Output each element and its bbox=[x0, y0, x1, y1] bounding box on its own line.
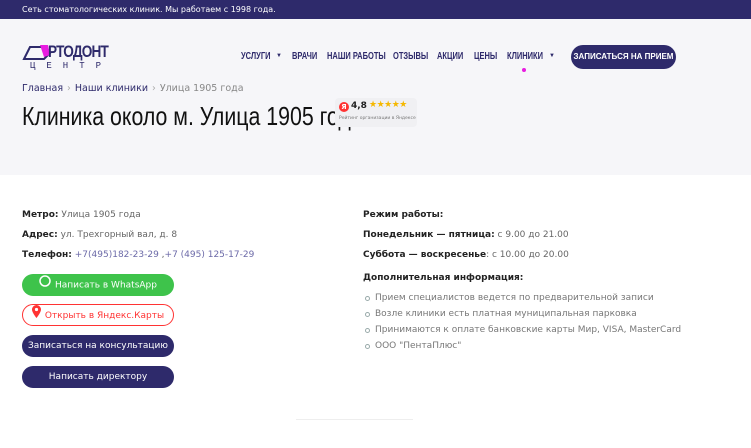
weekday-hours: Понедельник — пятница: с 9.00 до 21.00 bbox=[363, 230, 569, 240]
nav-doctors[interactable]: ВРАЧИ bbox=[292, 51, 317, 62]
map-pin-icon bbox=[31, 305, 41, 326]
breadcrumb-current: Улица 1905 года bbox=[159, 83, 244, 94]
top-bar: Сеть стоматологических клиник. Мы работа… bbox=[0, 0, 751, 19]
rating-caption: Рейтинг организации в Яндексе bbox=[339, 116, 416, 121]
active-indicator bbox=[522, 68, 526, 72]
phone-link-2[interactable]: +7 (495) 125-17-29 bbox=[165, 250, 255, 260]
page-title: Клиника около м. Улица 1905 года bbox=[22, 101, 363, 131]
value: с 9.00 до 21.00 bbox=[494, 230, 569, 240]
yandex-rating-badge[interactable]: Я 4,8 ★★★★★ Рейтинг организации в Яндекс… bbox=[335, 98, 417, 127]
tagline: Сеть стоматологических клиник. Мы работа… bbox=[22, 5, 276, 14]
rating-value: 4,8 bbox=[351, 101, 367, 111]
metro-value: Улица 1905 года bbox=[61, 210, 141, 220]
button-label: Написать в WhatsApp bbox=[55, 280, 157, 291]
breadcrumb-clinics[interactable]: Наши клиники bbox=[75, 83, 148, 94]
label: Адрес: bbox=[22, 230, 58, 240]
breadcrumb-home[interactable]: Главная bbox=[22, 83, 63, 94]
nav-services[interactable]: УСЛУГИ bbox=[241, 51, 270, 62]
yandex-maps-button[interactable]: Открыть в Яндекс.Карты bbox=[22, 304, 174, 326]
nav-clinics[interactable]: КЛИНИКИ bbox=[507, 51, 543, 62]
nav-works[interactable]: НАШИ РАБОТЫ bbox=[327, 51, 386, 62]
label: Суббота — воскресенье bbox=[363, 250, 487, 260]
extra-info-list: Прием специалистов ведется по предварите… bbox=[363, 291, 681, 355]
caret-down-icon[interactable]: ▼ bbox=[276, 53, 282, 59]
breadcrumb: Главная › Наши клиники › Улица 1905 года bbox=[22, 83, 244, 94]
heading: Дополнительная информация: bbox=[363, 273, 524, 283]
nav-promos[interactable]: АКЦИИ bbox=[437, 51, 463, 62]
divider bbox=[296, 419, 413, 420]
star-icons: ★★★★★ bbox=[369, 100, 407, 110]
address-value: ул. Трехгорный вал, д. 8 bbox=[60, 230, 178, 240]
weekend-hours: Суббота — воскресенье: с 10.00 до 20.00 bbox=[363, 250, 569, 260]
phone-line: Телефон: +7(495)182-23-29 ,+7 (495) 125-… bbox=[22, 250, 254, 260]
main-nav: УСЛУГИ ▼ ВРАЧИ НАШИ РАБОТЫ ОТЗЫВЫ АКЦИИ … bbox=[0, 51, 751, 65]
heading: Режим работы: bbox=[363, 210, 444, 220]
label: Метро: bbox=[22, 210, 59, 220]
metro-line: Метро: Улица 1905 года bbox=[22, 210, 141, 220]
label: Понедельник — пятница: bbox=[363, 230, 495, 240]
nav-reviews[interactable]: ОТЗЫВЫ bbox=[393, 51, 428, 62]
schedule-heading: Режим работы: bbox=[363, 210, 443, 220]
whatsapp-icon bbox=[39, 274, 51, 296]
extra-heading: Дополнительная информация: bbox=[363, 273, 523, 283]
whatsapp-button[interactable]: Написать в WhatsApp bbox=[22, 274, 174, 296]
list-item: ООО "ПентаПлюс" bbox=[363, 339, 681, 355]
nav-prices[interactable]: ЦЕНЫ bbox=[474, 51, 497, 62]
phone-link-1[interactable]: +7(495)182-23-29 bbox=[75, 250, 159, 260]
yandex-icon: Я bbox=[339, 102, 349, 112]
caret-down-icon[interactable]: ▼ bbox=[549, 53, 555, 59]
consultation-button[interactable]: Записаться на консультацию bbox=[22, 335, 174, 357]
value: : с 10.00 до 20.00 bbox=[486, 250, 569, 260]
address-line: Адрес: ул. Трехгорный вал, д. 8 bbox=[22, 230, 177, 240]
list-item: Возле клиники есть платная муниципальная… bbox=[363, 307, 681, 323]
list-item: Принимаются к оплате банковские карты Ми… bbox=[363, 323, 681, 339]
button-label: Открыть в Яндекс.Карты bbox=[44, 311, 165, 321]
hero-background bbox=[0, 19, 751, 175]
label: Телефон: bbox=[22, 250, 72, 260]
write-director-button[interactable]: Написать директору bbox=[22, 366, 174, 388]
list-item: Прием специалистов ведется по предварите… bbox=[363, 291, 681, 307]
